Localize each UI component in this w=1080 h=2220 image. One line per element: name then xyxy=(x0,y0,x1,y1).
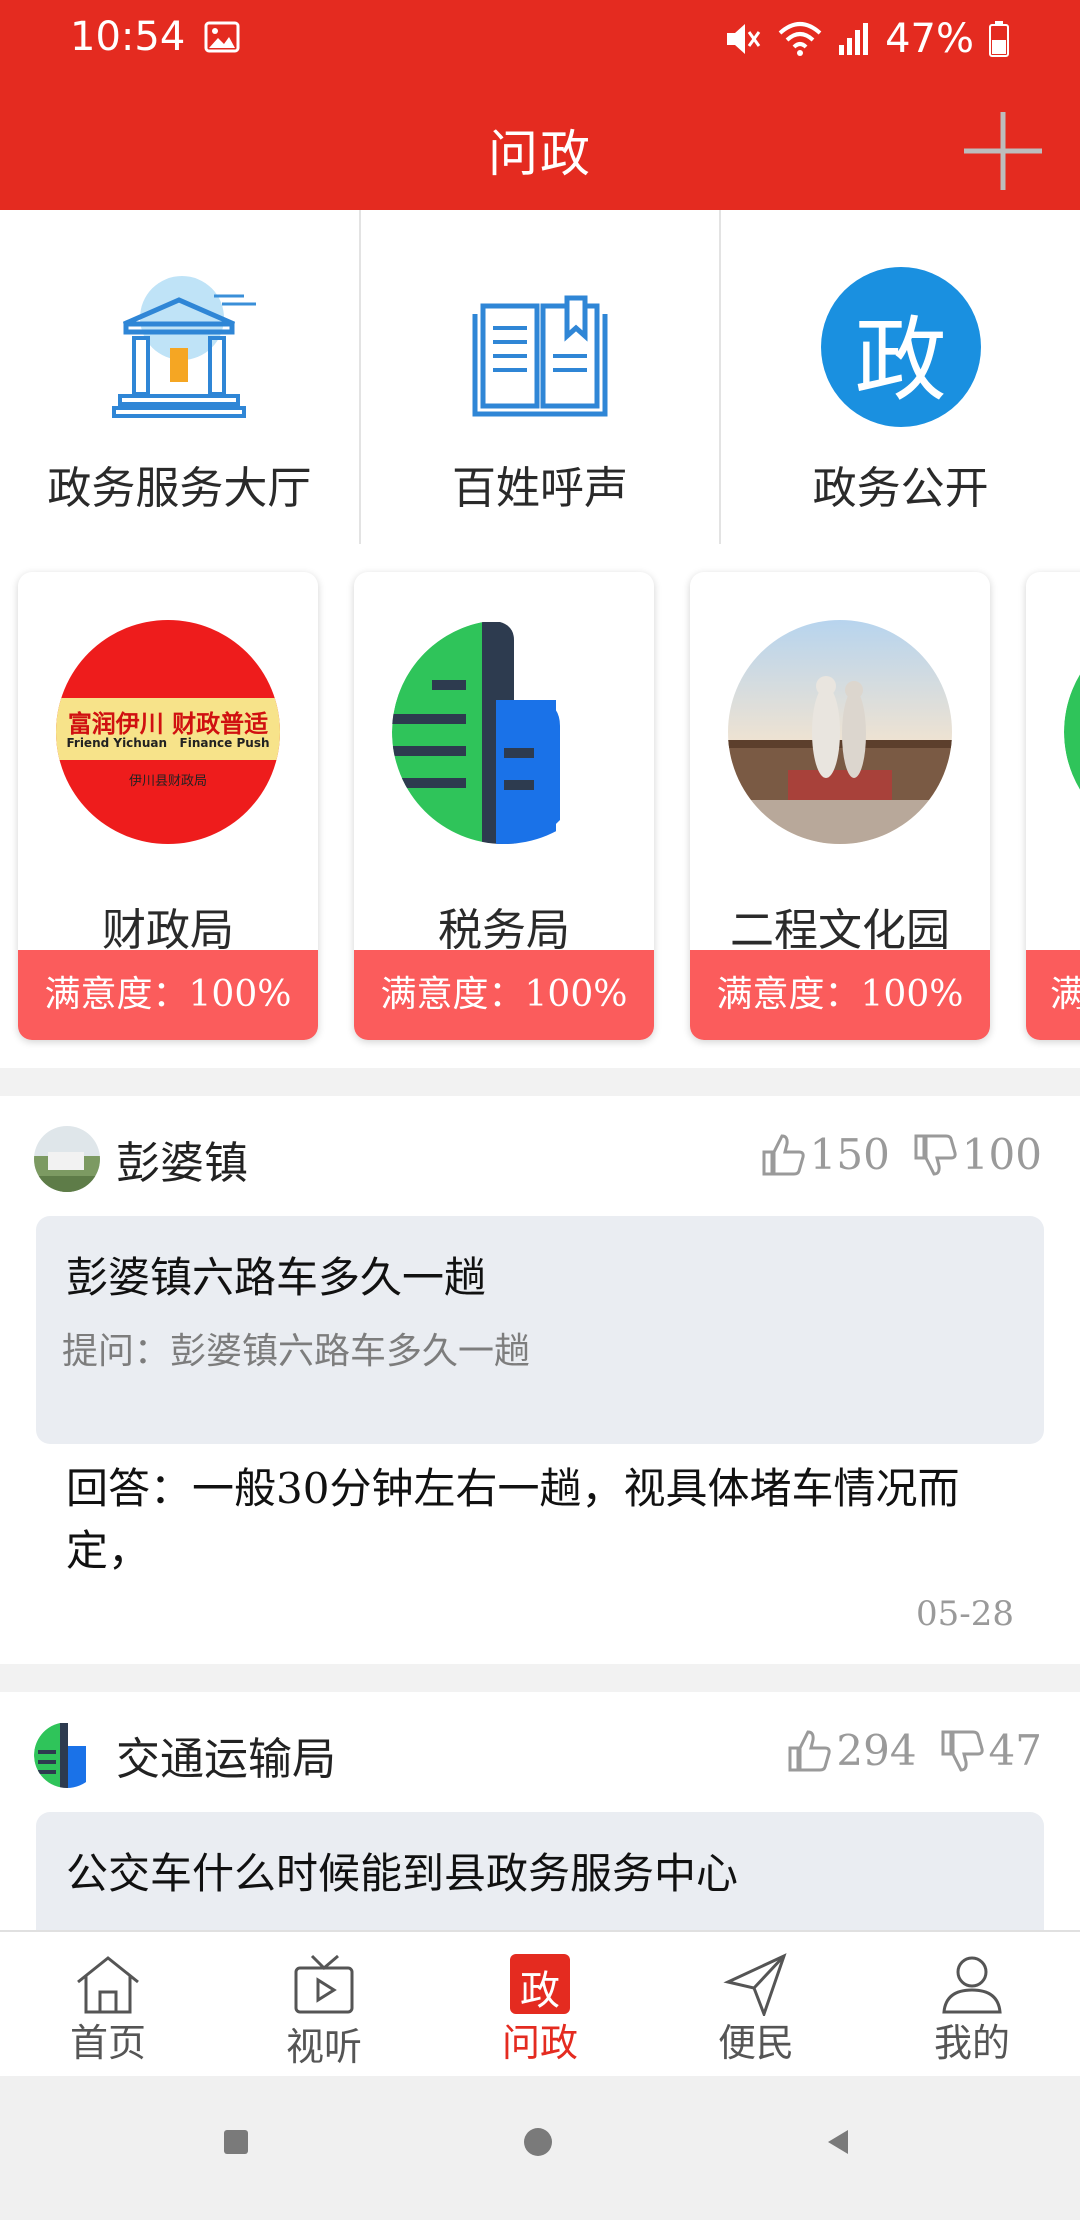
qa-card-header: 彭婆镇 xyxy=(34,1124,248,1194)
quick-link-public-voice[interactable]: 百姓呼声 xyxy=(361,210,722,544)
dislike-button[interactable]: 47 xyxy=(939,1726,1042,1775)
qa-card[interactable]: 交通运输局 294 47 公交车什么时候能到县政务服务中心 xyxy=(0,1692,1080,1930)
qa-card-header: 交通运输局 xyxy=(34,1720,336,1790)
recents-icon[interactable] xyxy=(220,2126,252,2158)
nav-label: 我的 xyxy=(933,2021,1010,2065)
zheng-icon-char: 政 xyxy=(520,1968,560,2014)
home-circle-icon[interactable] xyxy=(520,2124,556,2160)
logo-text: 伊川县财政局 xyxy=(128,774,207,789)
quick-links-grid: 政务服务大厅 百姓呼声 政 政务公开 xyxy=(0,210,1080,546)
battery-percent: 47% xyxy=(885,16,974,62)
mute-icon xyxy=(727,24,761,54)
add-icon[interactable] xyxy=(958,106,1048,196)
thumbs-up-icon xyxy=(788,1729,832,1771)
department-name: 财政局 xyxy=(102,905,234,956)
org-name: 彭婆镇 xyxy=(116,1138,248,1189)
satisfaction-badge: 满意度：100% xyxy=(354,950,654,1040)
profile-icon xyxy=(942,1956,1002,2014)
department-carousel[interactable]: 富润伊川 财政普适 Friend Yichuan Finance Push 伊川… xyxy=(0,544,1080,1068)
department-card[interactable]: 二程文化园 满意度：100% xyxy=(690,572,990,1040)
status-bar: 10:54 47% xyxy=(0,0,1080,76)
question-title: 公交车什么时候能到县政务服务中心 xyxy=(66,1849,739,1898)
avatar xyxy=(34,1126,100,1192)
nav-mine[interactable]: 我的 xyxy=(864,1932,1080,2078)
tax-bureau-logo xyxy=(392,620,616,844)
battery-icon xyxy=(989,21,1009,57)
back-icon[interactable] xyxy=(822,2126,854,2158)
quick-link-service-hall[interactable]: 政务服务大厅 xyxy=(0,210,361,544)
nav-video[interactable]: 视听 xyxy=(216,1932,432,2078)
nav-label: 首页 xyxy=(69,2021,146,2065)
quick-link-label: 政务公开 xyxy=(812,463,989,514)
department-name: 二程文化园 xyxy=(730,905,950,956)
quick-link-label: 百姓呼声 xyxy=(452,463,628,514)
app-header: 问政 xyxy=(0,76,1080,210)
question-box[interactable]: 彭婆镇六路车多久一趟 提问：彭婆镇六路车多久一趟 xyxy=(36,1216,1044,1444)
department-logo xyxy=(1064,674,1080,790)
question-box[interactable]: 公交车什么时候能到县政务服务中心 xyxy=(36,1812,1044,1930)
answer-text: 回答：一般30分钟左右一趟，视具体堵车情况而定， xyxy=(66,1464,960,1575)
nav-label: 视听 xyxy=(285,2025,362,2069)
page-title: 问政 xyxy=(488,125,592,183)
image-notification-icon xyxy=(204,21,240,53)
logo-text: 富润伊川 财政普适 xyxy=(67,710,269,738)
culture-park-photo xyxy=(728,620,952,844)
nav-convenience[interactable]: 便民 xyxy=(648,1932,864,2078)
satisfaction-badge: 满 xyxy=(1026,950,1080,1040)
wifi-icon xyxy=(778,22,822,56)
org-name: 交通运输局 xyxy=(116,1734,336,1785)
nav-home[interactable]: 首页 xyxy=(0,1932,216,2078)
signal-icon xyxy=(839,23,869,55)
bottom-nav: 首页 视听 政 问政 便民 我的 xyxy=(0,1930,1080,2078)
system-nav-bar xyxy=(0,2076,1080,2220)
satisfaction-badge: 满意度：100% xyxy=(690,950,990,1040)
department-card[interactable]: 税务局 满意度：100% xyxy=(354,572,654,1040)
tv-icon xyxy=(294,1954,354,2014)
quick-link-label: 政务服务大厅 xyxy=(47,463,312,514)
avatar xyxy=(34,1722,100,1788)
question-title: 彭婆镇六路车多久一趟 xyxy=(66,1253,487,1302)
zheng-badge-char: 政 xyxy=(854,307,947,414)
question-detail: 提问：彭婆镇六路车多久一趟 xyxy=(62,1331,531,1372)
satisfaction-badge: 满意度：100% xyxy=(18,950,318,1040)
open-book-icon xyxy=(472,295,608,417)
nav-wenzheng[interactable]: 政 问政 xyxy=(432,1932,648,2078)
status-time: 10:54 xyxy=(70,14,186,60)
department-card[interactable]: 满 xyxy=(1026,572,1080,1040)
dislike-count: 47 xyxy=(988,1726,1042,1775)
vote-group: 150 100 xyxy=(760,1130,1042,1179)
like-button[interactable]: 150 xyxy=(760,1130,890,1179)
thumbs-up-icon xyxy=(762,1133,805,1175)
thumbs-down-icon xyxy=(941,1730,984,1772)
nav-label: 问政 xyxy=(501,2021,578,2065)
thumbs-down-icon xyxy=(914,1134,957,1176)
send-icon xyxy=(723,1953,787,2016)
department-card[interactable]: 富润伊川 财政普适 Friend Yichuan Finance Push 伊川… xyxy=(18,572,318,1040)
post-date: 05-28 xyxy=(915,1594,1014,1634)
department-name: 税务局 xyxy=(438,905,570,956)
dislike-button[interactable]: 100 xyxy=(912,1130,1042,1179)
finance-bureau-logo: 富润伊川 财政普适 Friend Yichuan Finance Push 伊川… xyxy=(56,620,280,844)
quick-link-gov-affairs[interactable]: 政 政务公开 xyxy=(721,210,1080,544)
government-building-icon xyxy=(112,276,257,418)
dislike-count: 100 xyxy=(961,1130,1042,1179)
nav-label: 便民 xyxy=(717,2021,794,2065)
like-count: 150 xyxy=(809,1130,890,1179)
like-count: 294 xyxy=(836,1726,917,1775)
qa-card[interactable]: 彭婆镇 150 100 彭婆镇六路车多久一趟 提问：彭婆镇六路车多久一趟 回答：… xyxy=(0,1096,1080,1664)
home-icon xyxy=(77,1956,139,2014)
like-button[interactable]: 294 xyxy=(786,1726,917,1775)
logo-text: Friend Yichuan Finance Push xyxy=(66,736,270,750)
vote-group: 294 47 xyxy=(786,1726,1042,1775)
